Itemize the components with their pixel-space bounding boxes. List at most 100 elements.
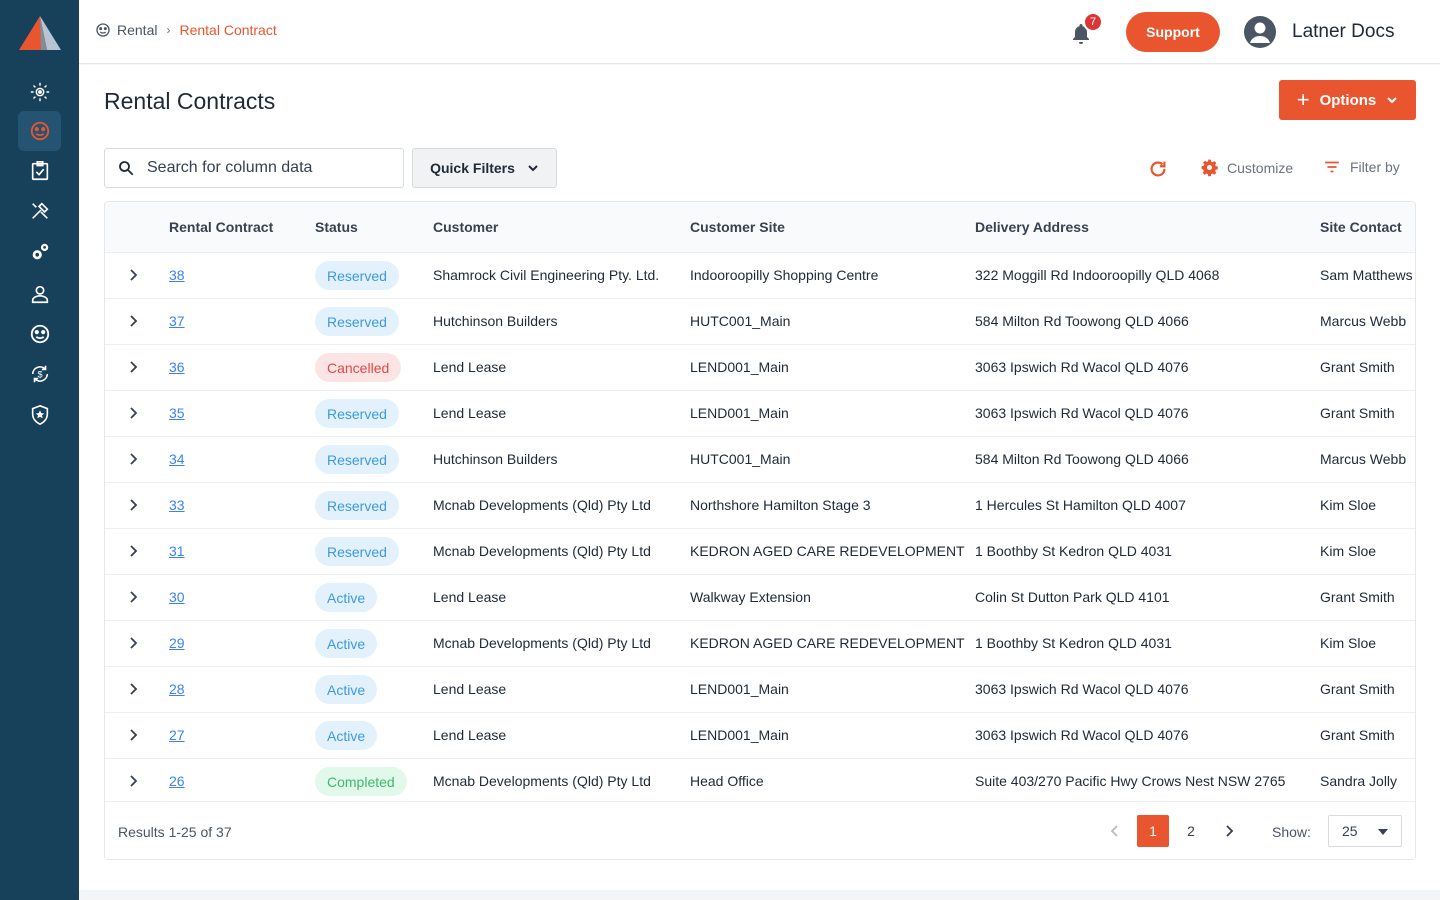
sidebar-item-tools[interactable] <box>18 191 61 231</box>
results-count: Results 1-25 of 37 <box>118 824 232 840</box>
breadcrumb: Rental › Rental Contract <box>95 22 277 38</box>
contract-id-link[interactable]: 27 <box>169 727 185 743</box>
sidebar-item-equipment[interactable] <box>18 232 61 272</box>
contract-id-link[interactable]: 37 <box>169 313 185 329</box>
contract-id-link[interactable]: 35 <box>169 405 185 421</box>
customer-site-cell: Head Office <box>690 773 764 789</box>
search-input[interactable] <box>147 159 387 177</box>
contract-id-link[interactable]: 30 <box>169 589 185 605</box>
chevron-left-icon[interactable] <box>1106 822 1124 840</box>
contract-id-link[interactable]: 36 <box>169 359 185 375</box>
delivery-address-cell: 1 Boothby St Kedron QLD 4031 <box>975 543 1172 559</box>
chevron-right-icon: › <box>166 23 171 37</box>
quick-filters-dropdown[interactable]: Quick Filters <box>412 148 557 188</box>
status-badge: Reserved <box>315 399 399 428</box>
contract-id-link[interactable]: 38 <box>169 267 185 283</box>
table-row[interactable]: 33 Reserved Mcnab Developments (Qld) Pty L… <box>105 482 1415 528</box>
user-avatar-icon <box>1250 22 1270 43</box>
sidebar-item-tasks[interactable] <box>18 151 61 191</box>
app-logo[interactable] <box>19 16 61 50</box>
expand-chevron-icon[interactable] <box>125 405 141 421</box>
expand-chevron-icon[interactable] <box>125 727 141 743</box>
column-header-customer[interactable]: Customer <box>433 219 498 235</box>
customer-site-cell: LEND001_Main <box>690 405 789 421</box>
sidebar-item-billing[interactable]: $ <box>18 354 61 394</box>
site-contact-cell: Sam Matthews <box>1320 267 1413 283</box>
table-row[interactable]: 35 Reserved Lend Lease LEND001_Main 3063 Ips… <box>105 390 1415 436</box>
table-footer: Results 1-25 of 37 1 2 Show: 25 <box>105 801 1415 859</box>
site-contact-cell: Kim Sloe <box>1320 635 1377 651</box>
shield-star-icon <box>31 404 48 426</box>
column-header-site-contact[interactable]: Site Contact <box>1320 219 1402 235</box>
search-icon <box>119 161 134 176</box>
contract-id-link[interactable]: 29 <box>169 635 185 651</box>
table-row[interactable]: 37 Reserved Hutchinson Builders HUTC001_Mai… <box>105 298 1415 344</box>
column-header-status[interactable]: Status <box>315 219 358 235</box>
contract-id-link[interactable]: 33 <box>169 497 185 513</box>
contract-id-link[interactable]: 26 <box>169 773 185 789</box>
table-row[interactable]: 27 Active Lend Lease LEND001_Main 3063 Ipswi… <box>105 712 1415 758</box>
avatar[interactable] <box>1244 16 1276 48</box>
customer-site-cell: LEND001_Main <box>690 359 789 375</box>
customer-cell: Mcnab Developments (Qld) Pty Ltd <box>433 497 651 513</box>
table-row[interactable]: 30 Active Lend Lease Walkway Extension Colin… <box>105 574 1415 620</box>
expand-chevron-icon[interactable] <box>125 773 141 789</box>
site-contact-cell: Grant Smith <box>1320 359 1395 375</box>
page-bottom-strip <box>79 890 1440 900</box>
show-label: Show: <box>1272 824 1311 840</box>
column-header-customer-site[interactable]: Customer Site <box>690 219 785 235</box>
page-size-select[interactable]: 25 <box>1328 815 1402 847</box>
chevron-right-icon[interactable] <box>1220 822 1238 840</box>
customer-cell: Lend Lease <box>433 681 507 697</box>
customize-button[interactable]: Customize <box>1200 158 1293 177</box>
expand-chevron-icon[interactable] <box>125 267 141 283</box>
customer-cell: Hutchinson Builders <box>433 313 558 329</box>
table-row[interactable]: 26 Completed Mcnab Developments (Qld) Pty … <box>105 758 1415 804</box>
expand-chevron-icon[interactable] <box>125 543 141 559</box>
expand-chevron-icon[interactable] <box>125 589 141 605</box>
expand-chevron-icon[interactable] <box>125 359 141 375</box>
contract-id-link[interactable]: 28 <box>169 681 185 697</box>
sidebar-item-security[interactable] <box>18 395 61 435</box>
gears-icon <box>32 243 48 260</box>
refresh-icon[interactable] <box>1147 158 1169 180</box>
breadcrumb-root[interactable]: Rental <box>95 22 157 38</box>
main-content: Rental Contracts + Options Quick Filters… <box>79 65 1440 900</box>
sidebar-item-users[interactable] <box>18 274 61 314</box>
table-row[interactable]: 28 Active Lend Lease LEND001_Main 3063 Ipswi… <box>105 666 1415 712</box>
status-badge: Reserved <box>315 261 399 290</box>
page-button-2[interactable]: 2 <box>1175 815 1207 847</box>
sidebar-item-customers[interactable] <box>18 314 61 354</box>
delivery-address-cell: 322 Moggill Rd Indooroopilly QLD 4068 <box>975 267 1220 283</box>
contract-id-link[interactable]: 31 <box>169 543 185 559</box>
customer-site-cell: LEND001_Main <box>690 681 789 697</box>
expand-chevron-icon[interactable] <box>125 313 141 329</box>
sidebar-item-rental[interactable] <box>18 111 61 151</box>
table-header: Rental Contract Status Customer Customer… <box>105 202 1415 252</box>
gear-icon <box>1201 159 1218 177</box>
expand-chevron-icon[interactable] <box>125 681 141 697</box>
column-header-rental-contract[interactable]: Rental Contract <box>169 219 273 235</box>
table-row[interactable]: 29 Active Mcnab Developments (Qld) Pty Ltd… <box>105 620 1415 666</box>
customer-cell: Lend Lease <box>433 727 507 743</box>
filter-by-button[interactable]: Filter by <box>1323 158 1400 176</box>
site-contact-cell: Kim Sloe <box>1320 497 1377 513</box>
page-button-1[interactable]: 1 <box>1137 815 1169 847</box>
user-name[interactable]: Latner Docs <box>1292 21 1394 43</box>
table-row[interactable]: 34 Reserved Hutchinson Builders HUTC001_Mai… <box>105 436 1415 482</box>
table-row[interactable]: 38 Reserved Shamrock Civil Engineering Pty… <box>105 252 1415 298</box>
table-row[interactable]: 31 Reserved Mcnab Developments (Qld) Pty L… <box>105 528 1415 574</box>
support-button[interactable]: Support <box>1126 12 1220 52</box>
caret-down-icon <box>1378 829 1388 835</box>
plus-icon: + <box>1296 87 1310 112</box>
expand-chevron-icon[interactable] <box>125 451 141 467</box>
table-row[interactable]: 36 Cancelled Lend Lease LEND001_Main 3063 Ip… <box>105 344 1415 390</box>
contract-id-link[interactable]: 34 <box>169 451 185 467</box>
expand-chevron-icon[interactable] <box>125 497 141 513</box>
column-header-delivery-address[interactable]: Delivery Address <box>975 219 1089 235</box>
sidebar-item-dashboard[interactable] <box>18 72 61 112</box>
site-contact-cell: Grant Smith <box>1320 405 1395 421</box>
site-contact-cell: Kim Sloe <box>1320 543 1377 559</box>
expand-chevron-icon[interactable] <box>125 635 141 651</box>
options-button[interactable]: + Options <box>1279 80 1416 120</box>
